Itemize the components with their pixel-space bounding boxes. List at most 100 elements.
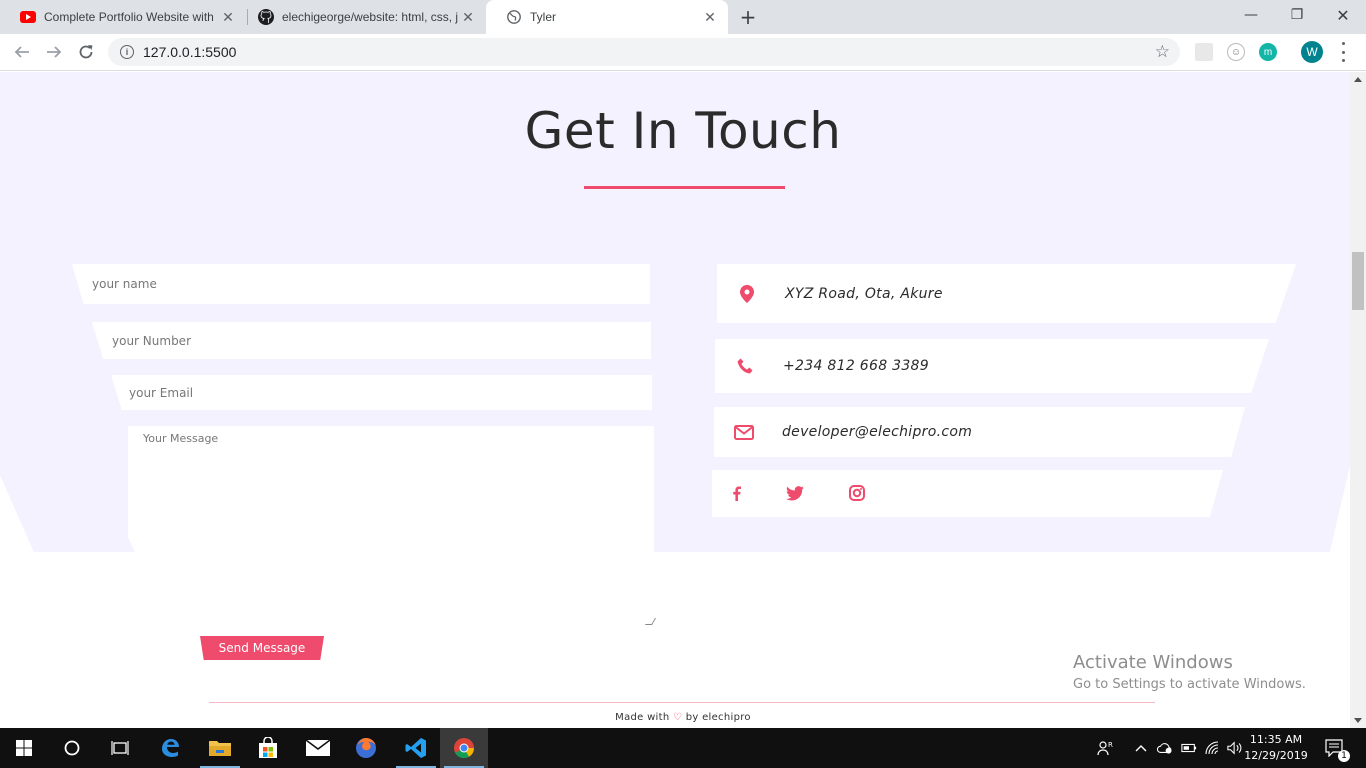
taskbar-firefox[interactable]: [342, 728, 390, 768]
forward-button[interactable]: [42, 40, 66, 64]
phone-card: +234 812 668 3389: [715, 339, 1269, 393]
close-tab-icon[interactable]: ✕: [702, 9, 718, 26]
windows-logo-icon: [16, 740, 32, 756]
email-input[interactable]: your Email: [111, 375, 652, 410]
globe-icon: [506, 9, 522, 25]
extension-initial: m: [1263, 46, 1273, 58]
system-clock[interactable]: 11:35 AM 12/29/2019: [1244, 732, 1308, 764]
phone-icon: [735, 356, 755, 376]
svg-text:R: R: [1108, 741, 1113, 749]
folder-icon: [209, 741, 231, 756]
heading-underline: [584, 186, 785, 189]
browser-tab-strip: Complete Portfolio Website with ✕ elechi…: [0, 0, 1366, 34]
browser-toolbar: i 127.0.0.1:5500 ☆ ☺ m W: [0, 34, 1366, 71]
arrow-left-icon: [14, 46, 29, 58]
close-tab-icon[interactable]: ✕: [460, 9, 476, 26]
address-bar[interactable]: i 127.0.0.1:5500 ☆: [108, 38, 1180, 66]
volume-icon[interactable]: [1227, 740, 1243, 756]
site-info-icon[interactable]: i: [120, 45, 134, 59]
people-icon[interactable]: R: [1097, 740, 1113, 756]
facebook-icon[interactable]: [726, 483, 746, 503]
back-button[interactable]: [10, 40, 34, 64]
minimize-button[interactable]: —: [1228, 0, 1274, 30]
activate-windows-watermark: Activate Windows Go to Settings to activ…: [1073, 652, 1306, 692]
browser-menu-icon[interactable]: [1340, 42, 1346, 62]
phone-text: +234 812 668 3389: [783, 358, 929, 374]
watermark-title: Activate Windows: [1073, 652, 1233, 673]
firefox-icon: [356, 738, 376, 758]
extension-m-icon[interactable]: m: [1259, 43, 1277, 61]
restore-button[interactable]: ❐: [1274, 0, 1320, 30]
message-textarea[interactable]: Your Message: [128, 426, 654, 625]
reload-icon: [79, 45, 93, 59]
name-input[interactable]: your name: [72, 264, 650, 304]
profile-initial: W: [1306, 45, 1318, 59]
taskbar-store[interactable]: [244, 728, 292, 768]
clock-time: 11:35 AM: [1249, 733, 1303, 746]
send-message-button[interactable]: Send Message: [200, 636, 324, 660]
task-view-icon: [111, 741, 129, 755]
number-placeholder: your Number: [112, 333, 192, 348]
tab-title: Complete Portfolio Website with: [44, 10, 214, 24]
mail-icon: [306, 740, 330, 756]
taskbar-edge[interactable]: [146, 728, 194, 768]
scrollbar-thumb[interactable]: [1352, 252, 1364, 310]
extension-grid-icon[interactable]: [1195, 43, 1213, 61]
start-button[interactable]: [0, 728, 48, 768]
email-placeholder: your Email: [129, 385, 194, 400]
email-text: developer@elechipro.com: [782, 424, 973, 440]
bookmark-star-icon[interactable]: ☆: [1155, 42, 1170, 62]
name-placeholder: your name: [92, 277, 157, 291]
onedrive-cloud-icon[interactable]: [1157, 740, 1173, 756]
envelope-icon: [734, 422, 754, 442]
profile-avatar[interactable]: W: [1301, 41, 1323, 63]
show-hidden-icons-chevron-icon[interactable]: [1133, 740, 1149, 756]
footer-credit: Made with ♡ by elechipro: [0, 712, 1350, 723]
url-text: 127.0.0.1:5500: [143, 44, 237, 60]
tab-portfolio-video[interactable]: Complete Portfolio Website with ✕: [0, 0, 246, 34]
section-heading: Get In Touch: [524, 102, 842, 160]
taskbar-mail[interactable]: [294, 728, 342, 768]
wifi-icon[interactable]: [1205, 740, 1221, 756]
heart-icon: ♡: [672, 712, 683, 723]
vscode-icon: [405, 738, 426, 758]
store-bag-icon: [259, 737, 277, 758]
message-placeholder: Your Message: [143, 432, 219, 445]
task-view-button[interactable]: [96, 728, 144, 768]
footer-made-with: Made with: [615, 712, 670, 723]
new-tab-button[interactable]: +: [736, 6, 760, 28]
tab-title: elechigeorge/website: html, css, j: [282, 10, 459, 24]
footer-author: by elechipro: [685, 712, 751, 723]
page-scrollbar[interactable]: [1350, 72, 1366, 728]
twitter-icon[interactable]: [785, 483, 805, 503]
cortana-circle-icon: [64, 740, 80, 756]
address-text: XYZ Road, Ota, Akure: [785, 285, 943, 302]
github-icon: [258, 9, 274, 25]
reload-button[interactable]: [74, 40, 98, 64]
taskbar-vscode[interactable]: [392, 728, 440, 768]
map-pin-icon: [737, 284, 757, 304]
close-window-button[interactable]: ✕: [1320, 0, 1366, 30]
taskbar-chrome[interactable]: [440, 728, 488, 768]
youtube-icon: [20, 9, 36, 25]
extension-face-icon[interactable]: ☺: [1227, 43, 1245, 61]
notification-count-badge: 1: [1338, 750, 1350, 762]
scroll-up-arrow-icon[interactable]: [1354, 77, 1362, 82]
taskbar-file-explorer[interactable]: [196, 728, 244, 768]
social-links-card: [712, 470, 1223, 517]
instagram-icon[interactable]: [847, 483, 867, 503]
footer-divider: [209, 702, 1155, 703]
address-card: XYZ Road, Ota, Akure: [717, 264, 1296, 323]
scroll-down-arrow-icon[interactable]: [1354, 718, 1362, 723]
arrow-right-icon: [47, 46, 62, 58]
page-viewport: Get In Touch your name your Number your …: [0, 72, 1350, 728]
search-button[interactable]: [48, 728, 96, 768]
watermark-subtitle: Go to Settings to activate Windows.: [1073, 677, 1306, 692]
number-input[interactable]: your Number: [92, 322, 651, 359]
edge-icon: [162, 739, 179, 757]
close-tab-icon[interactable]: ✕: [220, 9, 236, 26]
battery-icon[interactable]: [1181, 740, 1197, 756]
tab-github-repo[interactable]: elechigeorge/website: html, css, j ✕: [238, 0, 486, 34]
tab-tyler-active[interactable]: Tyler ✕: [486, 0, 728, 34]
tab-title: Tyler: [530, 10, 557, 24]
